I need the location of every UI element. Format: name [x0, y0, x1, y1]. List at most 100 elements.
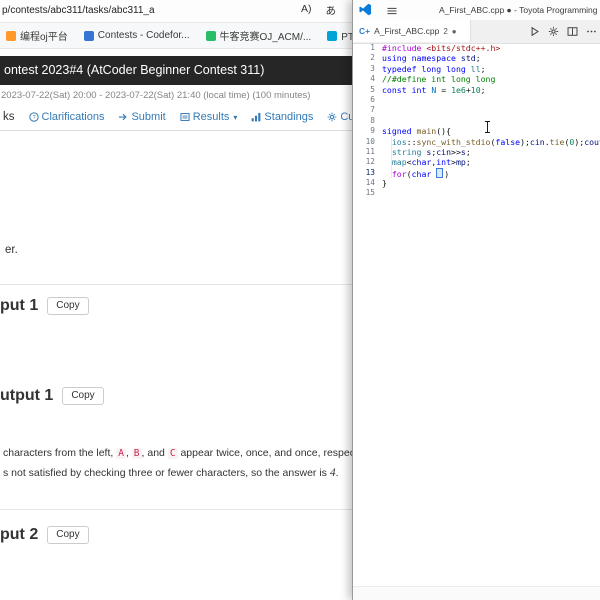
token: (){ — [436, 126, 452, 137]
tab-a-first-abc-cpp[interactable]: C+ A_First_ABC.cpp 2 ● — [353, 20, 471, 42]
copy-button[interactable]: Copy — [47, 297, 89, 315]
code-text: using namespace std; — [382, 53, 481, 63]
split-editor-icon[interactable] — [567, 26, 578, 37]
sample-output-1-heading: utput 1 — [0, 387, 54, 404]
translate-icon[interactable]: あ — [326, 3, 337, 18]
token: ; — [480, 63, 486, 74]
token: std — [460, 53, 476, 64]
browser-address-bar: p/contests/abc311/tasks/abc311_a A) あ — [0, 0, 352, 23]
question-icon: ? — [28, 112, 39, 122]
copy-button[interactable]: Copy — [62, 387, 104, 405]
code-line[interactable]: 6 — [353, 95, 600, 105]
nav-link-label: Submit — [131, 111, 166, 123]
nav-link-label: Results — [192, 111, 230, 123]
bookmark-favicon-icon — [205, 30, 216, 41]
code-line[interactable]: 4 //#define int long long — [353, 74, 600, 84]
nav-tab-tasks[interactable]: ks — [3, 111, 15, 123]
line-number: 11 — [365, 146, 375, 156]
text-run: appear twice, once, and once, respect — [177, 447, 352, 459]
code-line[interactable]: 8 — [353, 116, 600, 126]
code-line[interactable]: 14} — [353, 178, 600, 188]
editor-actions — [529, 20, 597, 42]
sample-input-1-heading: put 1 — [0, 297, 39, 314]
text-run: . — [335, 467, 339, 479]
inline-code: A — [116, 448, 126, 459]
text-run: , — [125, 447, 132, 459]
token: typedef — [382, 63, 417, 74]
sample-input-2-heading: put 2 — [0, 526, 39, 543]
token: //#define int long long — [382, 74, 496, 85]
token: map — [391, 157, 407, 168]
line-number: 15 — [365, 188, 375, 198]
bookmark-item[interactable]: PTA | 程序设计... — [327, 28, 352, 43]
code-text: for(char ) — [382, 167, 449, 179]
nav-link-clarifications[interactable]: ? Clarifications — [28, 111, 104, 123]
token: cin — [529, 136, 545, 147]
explanation-line-1: characters from the left, A, B, and C ap… — [3, 447, 352, 459]
address-bar-icons: A) あ — [301, 3, 336, 18]
code-line[interactable]: 2 using namespace std; — [353, 53, 600, 63]
token: ); — [520, 136, 530, 147]
line-number: 4 — [370, 74, 375, 84]
address-url[interactable]: p/contests/abc311/tasks/abc311_a — [2, 5, 155, 16]
code-line[interactable]: 1 #include <bits/stdc++.h> — [353, 43, 600, 53]
text-run: characters from the left, — [3, 447, 117, 459]
submit-icon — [118, 112, 128, 122]
token: const — [382, 84, 407, 95]
line-number: 6 — [370, 94, 375, 104]
token: main — [416, 126, 437, 137]
token: 10 — [470, 84, 481, 95]
line-number: 10 — [365, 136, 375, 146]
tab-badge: 2 — [443, 26, 448, 36]
nav-link-custom[interactable]: Custom — [327, 111, 352, 123]
code-line[interactable]: 15 — [353, 188, 600, 198]
token: tie — [549, 136, 565, 147]
code-line[interactable]: 3 typedef long long ll; — [353, 64, 600, 74]
browser-window: p/contests/abc311/tasks/abc311_a A) あ 编程… — [0, 0, 352, 600]
bookmark-item[interactable]: 牛客竞赛OJ_ACM/... — [205, 28, 311, 43]
chevron-down-icon: ▾ — [233, 112, 238, 122]
token: int — [411, 84, 427, 95]
token: ; — [465, 146, 471, 157]
settings-gear-icon[interactable] — [548, 26, 559, 37]
section-divider — [0, 509, 352, 510]
token: ll — [470, 63, 481, 74]
nav-link-label: Custom — [340, 111, 352, 123]
token: long — [446, 63, 466, 74]
contest-title-bar: ontest 2023#4 (AtCoder Beginner Contest … — [0, 56, 352, 85]
sample-input-1-header: put 1 Copy — [0, 295, 89, 317]
read-aloud-icon[interactable]: A) — [301, 3, 312, 18]
vscode-window: A_First_ABC.cpp ● - Toyota Programming C… — [352, 0, 600, 600]
token: ; — [480, 84, 486, 95]
code-text: } — [382, 178, 387, 188]
token: for — [391, 168, 407, 179]
line-number: 8 — [370, 115, 375, 125]
text-run: , and — [141, 447, 168, 459]
token: cin — [436, 146, 452, 157]
standings-icon — [251, 112, 261, 122]
token: } — [382, 178, 387, 189]
bookmark-item[interactable]: Contests - Codefor... — [83, 30, 190, 41]
code-line[interactable]: 7 — [353, 105, 600, 115]
run-button[interactable] — [529, 26, 540, 37]
nav-links: ? Clarifications Submit Results▾ Standings Cu… — [28, 111, 352, 123]
code-line[interactable]: 9 signed main(){ — [353, 126, 600, 136]
section-divider — [0, 284, 352, 285]
copy-button[interactable]: Copy — [47, 526, 89, 544]
bookmark-label: Contests - Codefor... — [97, 30, 190, 41]
nav-link-submit[interactable]: Submit — [118, 111, 166, 123]
code-editor[interactable]: 1 #include <bits/stdc++.h> 2 using namespac… — [353, 43, 600, 587]
token: char — [411, 168, 432, 179]
code-line[interactable]: 5 const int N = 1e6+10; — [353, 85, 600, 95]
sample-output-1-header: utput 1 Copy — [0, 385, 104, 407]
nav-link-standings[interactable]: Standings — [251, 111, 313, 123]
more-actions-icon[interactable] — [586, 26, 597, 37]
vscode-logo-icon — [359, 3, 372, 21]
code-text: signed main(){ — [382, 126, 451, 136]
nav-link-results[interactable]: Results ▾ — [180, 111, 238, 123]
contest-time: 2023-07-22(Sat) 20:00 - 2023-07-22(Sat) … — [1, 90, 311, 101]
bookmark-item[interactable]: 编程oj平台 — [6, 28, 68, 43]
line-number: 2 — [370, 53, 375, 63]
code-text: const int N = 1e6+10; — [382, 85, 486, 95]
token: = — [436, 84, 452, 95]
